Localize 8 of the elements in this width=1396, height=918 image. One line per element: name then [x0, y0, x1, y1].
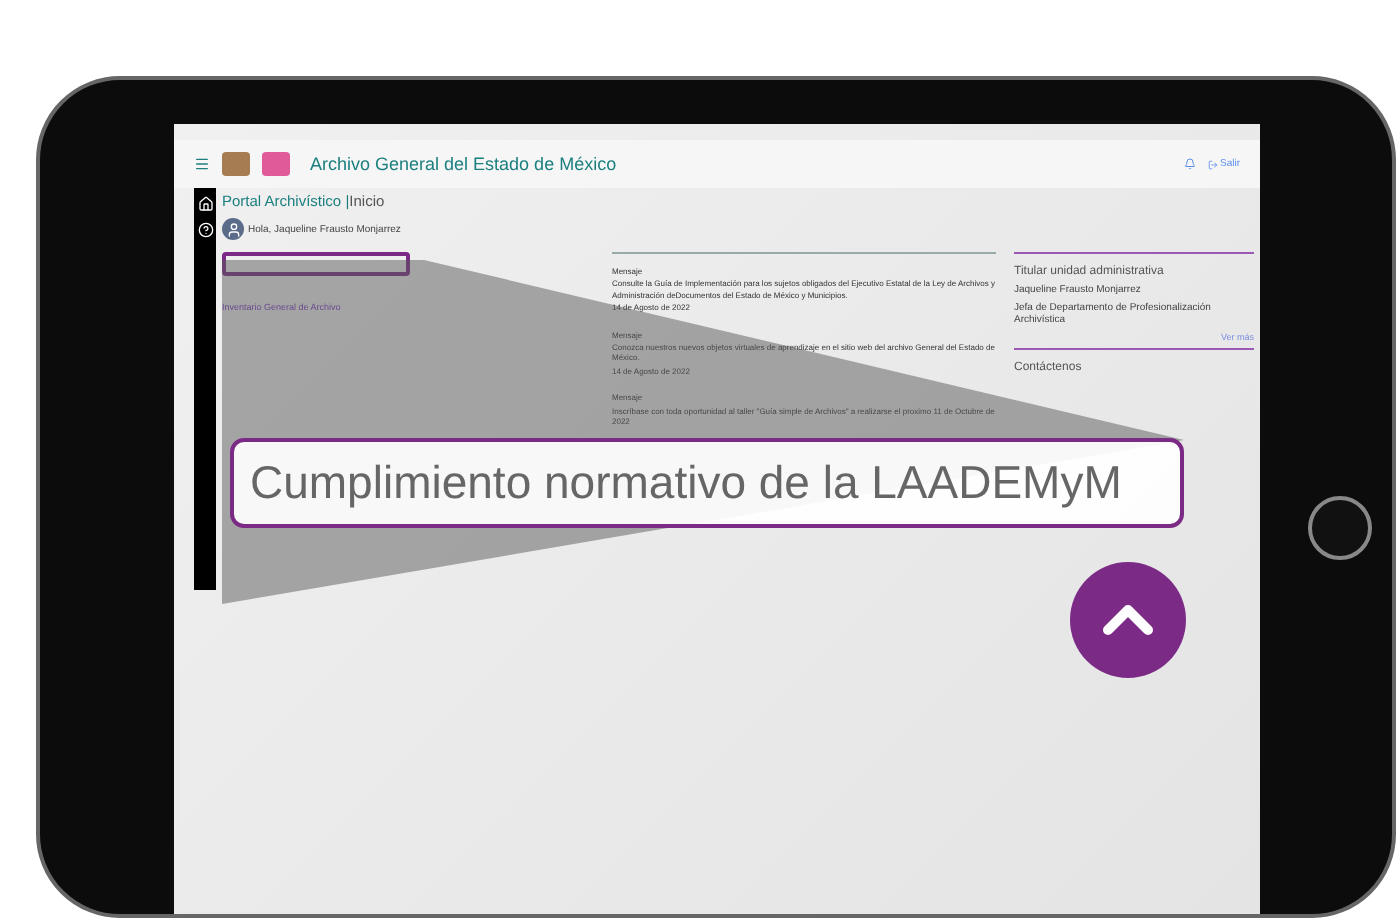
menu-icon[interactable] [194, 156, 210, 172]
avatar-icon [222, 218, 244, 240]
home-icon[interactable] [197, 196, 213, 212]
bell-icon[interactable] [1183, 158, 1196, 170]
site-title: Archivo General del Estado de México [310, 154, 619, 174]
callout-text: Cumplimiento normativo de la LAADEMyM [230, 438, 1184, 528]
home-button[interactable] [1308, 496, 1372, 560]
help-icon[interactable] [197, 222, 213, 238]
